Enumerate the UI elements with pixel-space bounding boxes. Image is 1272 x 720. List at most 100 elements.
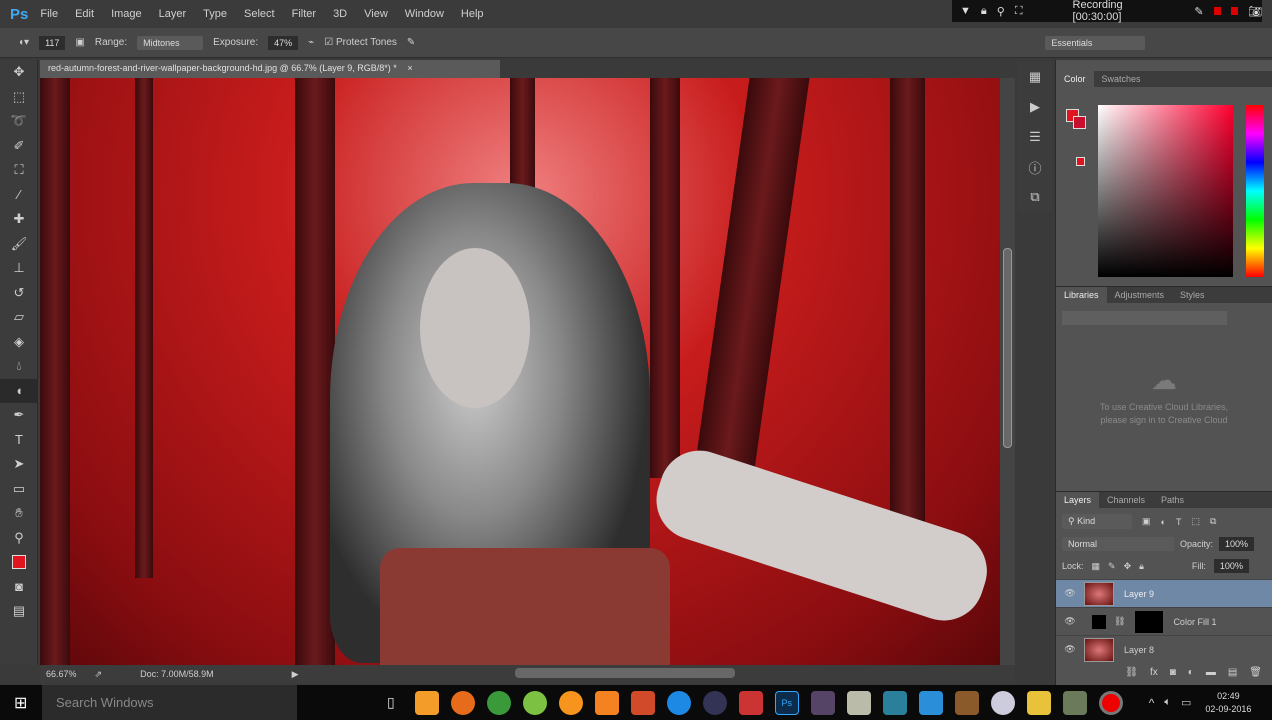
range-select[interactable]: Midtones — [137, 35, 204, 50]
tab-libraries[interactable]: Libraries — [1056, 287, 1107, 303]
export-icon[interactable]: ⇗ — [95, 669, 103, 680]
new-group-icon[interactable]: ▬ — [1206, 667, 1216, 678]
app-icon[interactable] — [846, 690, 871, 715]
dodge-tool-icon[interactable]: ◖ — [0, 378, 38, 403]
menu-window[interactable]: Window — [405, 8, 444, 20]
actions-play-icon[interactable]: ▶ — [1018, 92, 1052, 122]
menu-3d[interactable]: 3D — [333, 8, 347, 20]
quick-select-tool-icon[interactable]: ✐ — [0, 134, 38, 159]
path-select-icon[interactable]: ➤ — [0, 452, 38, 477]
firefox-icon[interactable] — [450, 690, 475, 715]
history-icon[interactable]: ▦ — [1018, 62, 1052, 92]
app-icon[interactable] — [810, 690, 835, 715]
tab-paths[interactable]: Paths — [1153, 492, 1192, 508]
filter-adjust-icon[interactable]: ◐ — [1161, 517, 1166, 527]
vertical-scrollbar[interactable] — [1000, 78, 1015, 665]
app-icon[interactable] — [990, 690, 1015, 715]
lock-pixels-icon[interactable]: ✎ — [1108, 561, 1116, 572]
menu-edit[interactable]: Edit — [75, 8, 94, 20]
filter-shape-icon[interactable]: ⬚ — [1191, 516, 1200, 527]
show-hidden-icons[interactable]: ^ — [1149, 696, 1155, 710]
menu-image[interactable]: Image — [111, 8, 142, 20]
hand-tool-icon[interactable]: ✋︎ — [0, 501, 38, 526]
camera-icon[interactable]: 📷︎ — [1248, 5, 1262, 18]
color-picker-field[interactable] — [1098, 105, 1233, 277]
tab-channels[interactable]: Channels — [1099, 492, 1153, 508]
eyedropper-tool-icon[interactable]: ⁄ — [0, 183, 38, 208]
document-tab[interactable]: red-autumn-forest-and-river-wallpaper-ba… — [40, 60, 500, 78]
exposure-input[interactable]: 47% — [268, 35, 299, 50]
layer-filter-select[interactable]: ⚲ Kind — [1062, 514, 1132, 529]
dropdown-icon[interactable]: ▼ — [960, 5, 971, 17]
visibility-eye-icon[interactable]: 👁︎ — [1056, 616, 1084, 627]
type-tool-icon[interactable]: T — [0, 428, 38, 453]
crop-icon[interactable]: ⛶ — [1015, 5, 1023, 18]
new-layer-icon[interactable]: ▤ — [1228, 667, 1237, 678]
utorrent-icon[interactable] — [522, 690, 547, 715]
lock-transparent-icon[interactable]: ▦ — [1092, 561, 1101, 572]
record-icon[interactable] — [1230, 7, 1239, 15]
tab-layers[interactable]: Layers — [1056, 492, 1100, 508]
search-icon[interactable]: ⚲ — [997, 5, 1005, 18]
app-icon[interactable] — [882, 690, 907, 715]
document-canvas[interactable] — [40, 78, 1000, 665]
airbrush-icon[interactable]: ⌁ — [308, 37, 314, 48]
fx-icon[interactable]: fx — [1150, 667, 1158, 678]
app-icon[interactable] — [558, 690, 583, 715]
filter-pixel-icon[interactable]: ▣ — [1142, 516, 1151, 527]
photoshop-taskbar-icon[interactable]: Ps — [774, 690, 799, 715]
color-swatches[interactable] — [0, 550, 38, 575]
menu-layer[interactable]: Layer — [159, 8, 187, 20]
app-icon[interactable] — [1062, 690, 1087, 715]
zoom-level[interactable]: 66.67% — [46, 669, 77, 679]
menu-help[interactable]: Help — [461, 8, 484, 20]
quick-mask-icon[interactable]: ◙ — [0, 575, 38, 600]
tab-adjustments[interactable]: Adjustments — [1107, 287, 1173, 303]
opacity-input[interactable]: 100% — [1219, 537, 1255, 551]
crop-tool-icon[interactable]: ⛶ — [0, 158, 38, 183]
app-icon[interactable] — [702, 690, 727, 715]
marquee-tool-icon[interactable]: ⬚ — [0, 85, 38, 110]
brush-size[interactable]: 117 — [39, 35, 66, 50]
ccleaner-icon[interactable] — [630, 690, 655, 715]
link-icon[interactable]: ⛓ — [1114, 616, 1125, 627]
adjustment-layer-icon[interactable]: ◐ — [1188, 667, 1194, 678]
properties-icon[interactable]: ☰ — [1018, 122, 1052, 152]
gamut-warning-icon[interactable] — [1076, 157, 1085, 166]
network-app-icon[interactable] — [486, 690, 511, 715]
layer-row[interactable]: 👁︎ ⛓ Color Fill 1 — [1056, 607, 1272, 635]
menu-view[interactable]: View — [364, 8, 388, 20]
fill-input[interactable]: 100% — [1213, 559, 1249, 573]
info-icon[interactable]: ⓘ — [1018, 152, 1052, 182]
zoom-tool-icon[interactable]: ⚲ — [0, 526, 38, 551]
paint-bucket-icon[interactable]: ◈ — [0, 330, 38, 355]
library-select[interactable] — [1062, 311, 1227, 325]
filter-type-icon[interactable]: T — [1176, 517, 1182, 527]
history-brush-icon[interactable]: ↺ — [0, 281, 38, 306]
app-icon[interactable] — [954, 690, 979, 715]
pen-tool-icon[interactable]: ✒ — [0, 403, 38, 428]
menu-type[interactable]: Type — [203, 8, 227, 20]
visibility-eye-icon[interactable]: 👁︎ — [1056, 644, 1084, 655]
menu-select[interactable]: Select — [244, 8, 275, 20]
add-mask-icon[interactable]: ◙ — [1170, 667, 1176, 678]
app-icon[interactable] — [738, 690, 763, 715]
move-tool-icon[interactable]: ✥ — [0, 60, 38, 85]
tab-color[interactable]: Color — [1056, 71, 1094, 87]
volume-icon[interactable]: 🔈︎ — [1164, 696, 1171, 709]
shape-tool-icon[interactable]: ▭ — [0, 477, 38, 502]
tab-swatches[interactable]: Swatches — [1094, 71, 1149, 87]
blur-tool-icon[interactable]: 💧︎ — [0, 354, 38, 379]
close-tab-icon[interactable]: × — [407, 63, 412, 73]
stamp-tool-icon[interactable]: ⊥ — [0, 256, 38, 281]
blend-mode-select[interactable]: Normal — [1062, 537, 1174, 551]
screen-mode-icon[interactable]: ▤ — [0, 599, 38, 624]
search-windows-box[interactable]: Search Windows — [42, 685, 297, 720]
lasso-tool-icon[interactable]: ➰ — [0, 109, 38, 134]
app-icon[interactable] — [414, 690, 439, 715]
app-icon[interactable] — [918, 690, 943, 715]
workspace-select[interactable]: Essentials — [1045, 35, 1146, 50]
hue-slider[interactable] — [1246, 105, 1264, 277]
delete-layer-icon[interactable]: 🗑︎ — [1249, 667, 1262, 678]
status-menu-arrow-icon[interactable]: ▶ — [292, 669, 299, 680]
